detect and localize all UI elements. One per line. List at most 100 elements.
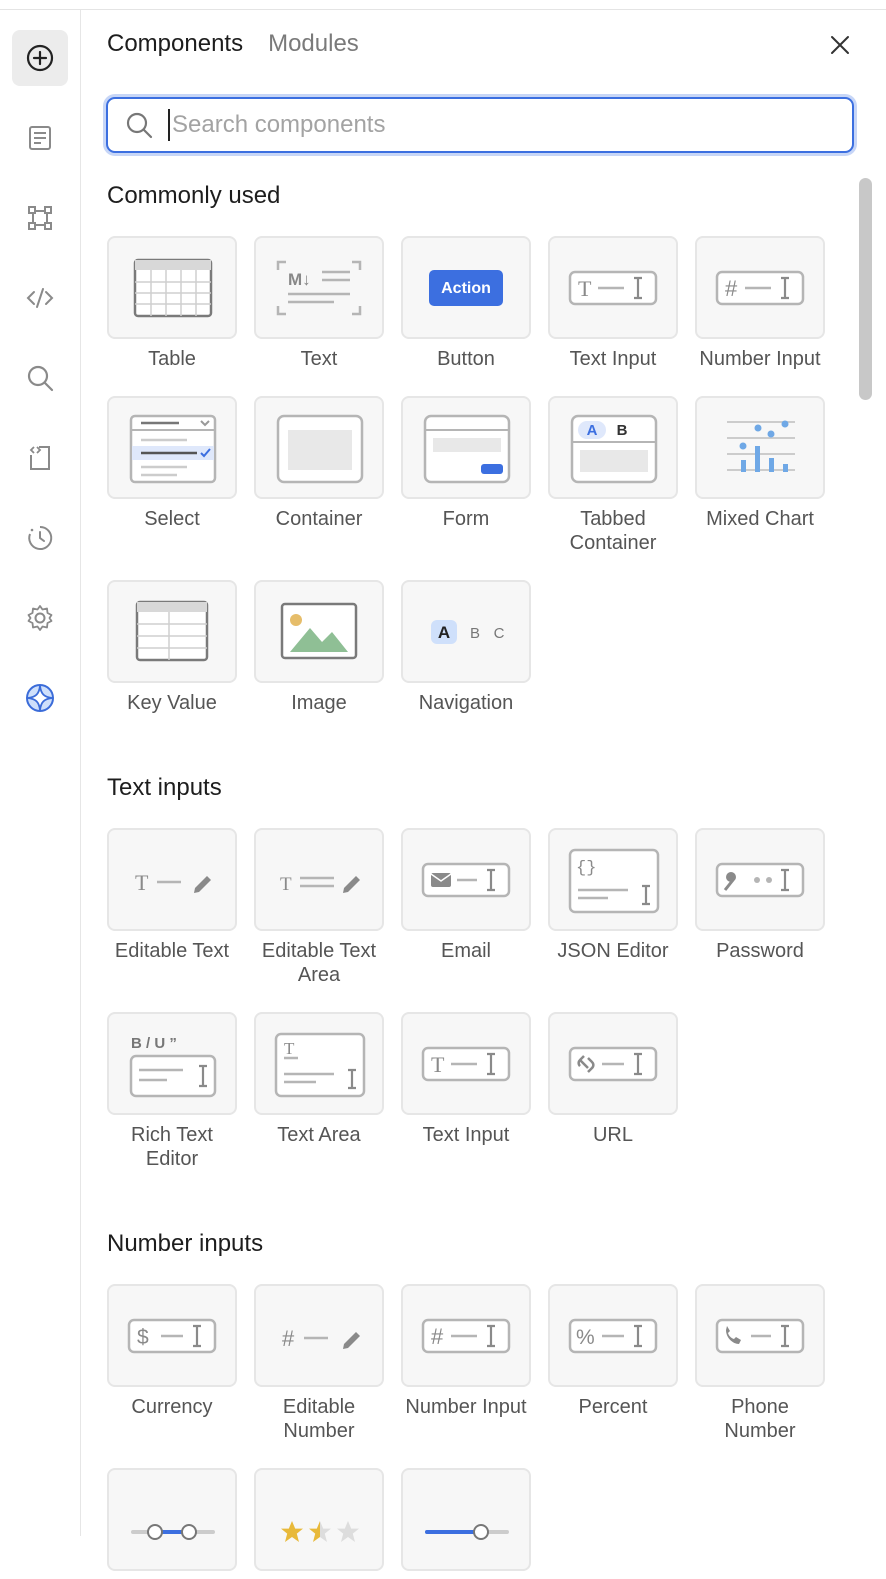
component-card-currency[interactable]: $ Currency — [107, 1284, 237, 1419]
component-card-navigation[interactable]: A B C Navigation — [401, 580, 531, 715]
component-card-range-slider[interactable] — [107, 1468, 237, 1579]
form-icon — [423, 414, 511, 483]
component-tile: A B — [548, 396, 678, 499]
section-title: Text inputs — [107, 774, 222, 801]
svg-text:B / U ”: B / U ” — [131, 1035, 177, 1052]
component-card-mixed-chart[interactable]: Mixed Chart — [695, 396, 825, 531]
rail-button-document[interactable] — [12, 110, 68, 166]
component-card-form[interactable]: Form — [401, 396, 531, 531]
component-card-url[interactable]: URL — [548, 1012, 678, 1147]
currency-icon: $ — [127, 1318, 217, 1353]
component-card-key-value[interactable]: Key Value — [107, 580, 237, 715]
rail-button-ai-sparkle[interactable] — [12, 670, 68, 726]
component-card-text-input[interactable]: T Text Input — [548, 236, 678, 371]
component-label: Rich Text Editor — [131, 1124, 213, 1170]
key-value-icon — [135, 600, 209, 661]
close-icon[interactable] — [827, 32, 853, 58]
component-tile: $ — [107, 1284, 237, 1387]
component-card-text-area[interactable]: T Text Area — [254, 1012, 384, 1147]
component-card-container[interactable]: Container — [254, 396, 384, 531]
component-card-tabbed-container[interactable]: A B Tabbed Container — [548, 396, 678, 555]
section-title: Commonly used — [107, 182, 281, 209]
svg-text:#: # — [725, 276, 738, 301]
component-card-table[interactable]: Table — [107, 236, 237, 371]
rail-button-frame[interactable] — [12, 190, 68, 246]
component-tile: # — [401, 1284, 531, 1387]
rail-button-history[interactable] — [12, 510, 68, 566]
component-tile — [695, 828, 825, 931]
component-card-number-input[interactable]: # Number Input — [695, 236, 825, 371]
component-tile — [254, 1468, 384, 1571]
code-file-icon — [29, 446, 50, 470]
svg-text:A: A — [438, 623, 450, 642]
ai-sparkle-icon — [26, 684, 54, 712]
component-tile — [254, 580, 384, 683]
component-tile: T — [107, 828, 237, 931]
component-card-email[interactable]: Email — [401, 828, 531, 963]
frame-icon — [28, 206, 52, 230]
rail-button-settings[interactable] — [12, 590, 68, 646]
component-tile: Action — [401, 236, 531, 339]
component-card-editable-text[interactable]: T Editable Text — [107, 828, 237, 963]
number-input-icon: # — [715, 270, 805, 305]
component-label: Editable Number — [282, 1396, 356, 1442]
component-card-percent[interactable]: % Percent — [548, 1284, 678, 1419]
component-card-text-input[interactable]: T Text Input — [401, 1012, 531, 1147]
component-tile — [695, 396, 825, 499]
component-tile: T — [401, 1012, 531, 1115]
image-icon — [280, 602, 358, 659]
rail-button-code-file[interactable] — [12, 430, 68, 486]
component-label: URL — [592, 1124, 633, 1146]
url-icon — [568, 1046, 658, 1081]
search-icon — [126, 112, 153, 139]
component-card-text[interactable]: M↓ Text — [254, 236, 384, 371]
scrollbar[interactable] — [857, 174, 873, 1536]
component-card-button[interactable]: Action Button — [401, 236, 531, 371]
navigation-icon: A B C — [431, 619, 505, 644]
component-tile — [254, 396, 384, 499]
component-card-password[interactable]: Password — [695, 828, 825, 963]
component-label: Form — [442, 508, 490, 530]
component-card-editable-number[interactable]: # Editable Number — [254, 1284, 384, 1443]
component-label: Currency — [131, 1396, 213, 1418]
component-card-rating[interactable] — [254, 1468, 384, 1579]
component-card-rich-text-editor[interactable]: B / U ” Rich Text Editor — [107, 1012, 237, 1171]
component-tile — [401, 828, 531, 931]
component-label: Number Input — [699, 348, 821, 370]
percent-icon: % — [568, 1318, 658, 1353]
button-icon: Action — [429, 269, 503, 306]
component-tile: {} — [548, 828, 678, 931]
rating-icon — [281, 1520, 359, 1542]
container-icon — [276, 414, 364, 483]
top-border — [0, 0, 886, 10]
component-card-slider[interactable] — [401, 1468, 531, 1579]
component-card-editable-text-area[interactable]: T Editable Text Area — [254, 828, 384, 987]
left-icon-rail — [0, 10, 81, 1536]
tab-modules[interactable]: Modules — [268, 30, 359, 58]
editable-number-icon: # — [282, 1326, 360, 1351]
rail-button-add[interactable] — [12, 30, 68, 86]
component-tile: # — [695, 236, 825, 339]
rail-button-search[interactable] — [12, 350, 68, 406]
component-tile: M↓ — [254, 236, 384, 339]
search-input[interactable] — [168, 109, 834, 141]
editable-text-icon: T — [135, 870, 211, 895]
component-card-json-editor[interactable]: {} JSON Editor — [548, 828, 678, 963]
tab-components[interactable]: Components — [107, 30, 243, 58]
scroll-thumb[interactable] — [859, 178, 872, 400]
component-tile: T — [254, 828, 384, 931]
text-area-icon: T — [274, 1032, 366, 1097]
email-icon — [421, 862, 511, 897]
component-card-number-input[interactable]: # Number Input — [401, 1284, 531, 1419]
component-label: Text Input — [422, 1124, 510, 1146]
component-label: Table — [148, 348, 196, 370]
password-icon — [715, 862, 805, 897]
component-label: Tabbed Container — [569, 508, 657, 554]
component-card-phone-number[interactable]: Phone Number — [695, 1284, 825, 1443]
rail-button-code[interactable] — [12, 270, 68, 326]
editable-text-area-icon: T — [280, 874, 360, 895]
component-label: Navigation — [418, 692, 514, 714]
component-tile: T — [254, 1012, 384, 1115]
component-card-select[interactable]: Select — [107, 396, 237, 531]
component-card-image[interactable]: Image — [254, 580, 384, 715]
